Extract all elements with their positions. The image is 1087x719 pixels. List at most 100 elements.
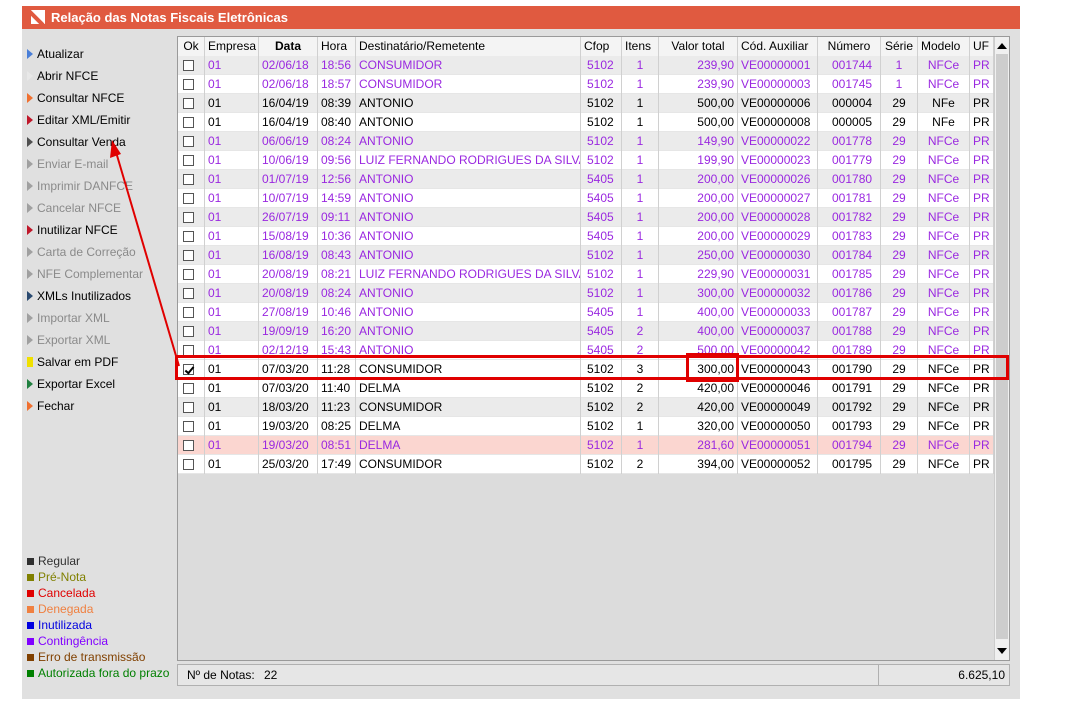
row-checkbox[interactable] [183, 364, 194, 375]
legend-label: Autorizada fora do prazo [38, 666, 170, 680]
column-header-cfop[interactable]: Cfop [581, 37, 622, 56]
row-checkbox[interactable] [183, 79, 194, 90]
sidebar-item-consultar-nfce[interactable]: Consultar NFCE [27, 88, 124, 108]
table-row[interactable]: 01 16/08/19 08:43 ANTONIO 5102 1 250,00 VE00000… [178, 246, 994, 265]
row-checkbox[interactable] [183, 250, 194, 261]
row-checkbox[interactable] [183, 326, 194, 337]
sidebar-item-label: Inutilizar NFCE [37, 223, 118, 237]
column-header-ok[interactable]: Ok [178, 37, 205, 56]
sidebar-item-cancelar-nfce[interactable]: Cancelar NFCE [27, 198, 121, 218]
row-checkbox[interactable] [183, 345, 194, 356]
sidebar-item-consultar-venda[interactable]: Consultar Venda [27, 132, 126, 152]
table-row[interactable]: 01 02/06/18 18:57 CONSUMIDOR 5102 1 239,90 VE00… [178, 75, 994, 94]
column-header-uf[interactable]: UF [970, 37, 994, 56]
table-row[interactable]: 01 07/03/20 11:28 CONSUMIDOR 5102 3 300,00 VE00… [178, 360, 994, 379]
row-checkbox[interactable] [183, 98, 194, 109]
table-row[interactable]: 01 16/04/19 08:39 ANTONIO 5102 1 500,00 VE00000… [178, 94, 994, 113]
table-row[interactable]: 01 19/09/19 16:20 ANTONIO 5405 2 400,00 VE00000… [178, 322, 994, 341]
cell-data: 18/03/20 [259, 398, 318, 417]
sidebar-item-nfe-complementar[interactable]: NFE Complementar [27, 264, 143, 284]
cell-uf: PR [970, 151, 994, 170]
table-row[interactable]: 01 25/03/20 17:49 CONSUMIDOR 5102 2 394,00 VE00… [178, 455, 994, 474]
row-checkbox[interactable] [183, 155, 194, 166]
table-row[interactable]: 01 02/06/18 18:56 CONSUMIDOR 5102 1 239,90 VE00… [178, 56, 994, 75]
sidebar-item-imprimir-danfce[interactable]: Imprimir DANFCE [27, 176, 133, 196]
table-row[interactable]: 01 16/04/19 08:40 ANTONIO 5102 1 500,00 VE00000… [178, 113, 994, 132]
column-header-data[interactable]: Data [259, 37, 318, 56]
column-header-itens[interactable]: Itens [622, 37, 659, 56]
cell-data: 01/07/19 [259, 170, 318, 189]
row-checkbox[interactable] [183, 117, 194, 128]
table-row[interactable]: 01 10/07/19 14:59 ANTONIO 5405 1 200,00 VE00000… [178, 189, 994, 208]
column-header-dest[interactable]: Destinatário/Remetente [356, 37, 581, 56]
table-row[interactable]: 01 19/03/20 08:51 DELMA 5102 1 281,60 VE0000005… [178, 436, 994, 455]
row-checkbox[interactable] [183, 383, 194, 394]
column-header-serie[interactable]: Série [881, 37, 918, 56]
sidebar-item-exportar-excel[interactable]: Exportar Excel [27, 374, 115, 394]
scroll-thumb[interactable] [996, 54, 1008, 639]
row-checkbox[interactable] [183, 231, 194, 242]
table-row[interactable]: 01 15/08/19 10:36 ANTONIO 5405 1 200,00 VE00000… [178, 227, 994, 246]
row-checkbox[interactable] [183, 288, 194, 299]
sidebar-item-xmls-inutilizados[interactable]: XMLs Inutilizados [27, 286, 131, 306]
table-row[interactable]: 01 19/03/20 08:25 DELMA 5102 1 320,00 VE0000005… [178, 417, 994, 436]
cell-numero: 001745 [818, 75, 881, 94]
cell-aux: VE00000003 [738, 75, 818, 94]
sidebar-item-label: Fechar [37, 399, 75, 413]
column-header-aux[interactable]: Cód. Auxiliar [738, 37, 818, 56]
row-checkbox[interactable] [183, 421, 194, 432]
sidebar-item-label: XMLs Inutilizados [37, 289, 132, 303]
row-checkbox[interactable] [183, 440, 194, 451]
table-row[interactable]: 01 20/08/19 08:21 LUIZ FERNANDO RODRIGUES D… [178, 265, 994, 284]
row-checkbox[interactable] [183, 307, 194, 318]
sidebar-item-editar-xml-emitir[interactable]: Editar XML/Emitir [27, 110, 130, 130]
column-header-modelo[interactable]: Modelo [918, 37, 970, 56]
legend-square-icon [27, 670, 34, 677]
row-checkbox[interactable] [183, 269, 194, 280]
row-checkbox[interactable] [183, 212, 194, 223]
sidebar-item-fechar[interactable]: Fechar [27, 396, 74, 416]
column-header-valor[interactable]: Valor total [659, 37, 738, 56]
table-row[interactable]: 01 27/08/19 10:46 ANTONIO 5405 1 400,00 VE00000… [178, 303, 994, 322]
table-row[interactable]: 01 18/03/20 11:23 CONSUMIDOR 5102 2 420,00 VE00… [178, 398, 994, 417]
table-row[interactable]: 01 06/06/19 08:24 ANTONIO 5102 1 149,90 VE00000… [178, 132, 994, 151]
row-checkbox[interactable] [183, 60, 194, 71]
cell-hora: 08:43 [318, 246, 356, 265]
row-checkbox[interactable] [183, 402, 194, 413]
legend-square-icon [27, 638, 34, 645]
table-row[interactable]: 01 07/03/20 11:40 DELMA 5102 2 420,00 VE0000004… [178, 379, 994, 398]
cell-itens: 1 [622, 436, 659, 455]
column-header-numero[interactable]: Número [818, 37, 881, 56]
row-checkbox[interactable] [183, 174, 194, 185]
table-row[interactable]: 01 26/07/19 09:11 ANTONIO 5405 1 200,00 VE00000… [178, 208, 994, 227]
column-header-hora[interactable]: Hora [318, 37, 356, 56]
cell-empresa: 01 [205, 322, 259, 341]
vertical-scrollbar[interactable] [994, 37, 1009, 660]
sidebar-item-atualizar[interactable]: Atualizar [27, 44, 84, 64]
row-checkbox[interactable] [183, 193, 194, 204]
cell-itens: 1 [622, 132, 659, 151]
cell-dest: CONSUMIDOR [356, 75, 581, 94]
table-row[interactable]: 01 20/08/19 08:24 ANTONIO 5102 1 300,00 VE00000… [178, 284, 994, 303]
scroll-down-icon[interactable] [997, 646, 1007, 656]
sidebar-item-salvar-em-pdf[interactable]: Salvar em PDF [27, 352, 118, 372]
column-header-empresa[interactable]: Empresa [205, 37, 259, 56]
scroll-up-icon[interactable] [997, 41, 1007, 51]
table-row[interactable]: 01 01/07/19 12:56 ANTONIO 5405 1 200,00 VE00000… [178, 170, 994, 189]
sidebar-item-importar-xml[interactable]: Importar XML [27, 308, 110, 328]
row-checkbox[interactable] [183, 136, 194, 147]
sidebar-item-label: Imprimir DANFCE [37, 179, 133, 193]
table-row[interactable]: 01 10/06/19 09:56 LUIZ FERNANDO RODRIGUES D… [178, 151, 994, 170]
sidebar-item-carta-de-correcao[interactable]: Carta de Correção [27, 242, 136, 262]
sidebar-item-enviar-e-mail[interactable]: Enviar E-mail [27, 154, 108, 174]
cell-hora: 08:51 [318, 436, 356, 455]
sidebar-item-inutilizar-nfce[interactable]: Inutilizar NFCE [27, 220, 118, 240]
legend-item: Inutilizada [27, 617, 92, 633]
sidebar-item-exportar-xml[interactable]: Exportar XML [27, 330, 110, 350]
table-row[interactable]: 01 02/12/19 15:43 ANTONIO 5405 2 500,00 VE00000… [178, 341, 994, 360]
cell-data: 16/04/19 [259, 94, 318, 113]
sidebar-item-abrir-nfce[interactable]: Abrir NFCE [27, 66, 98, 86]
legend-item: Erro de transmissão [27, 649, 145, 665]
row-checkbox[interactable] [183, 459, 194, 470]
cell-uf: PR [970, 189, 994, 208]
